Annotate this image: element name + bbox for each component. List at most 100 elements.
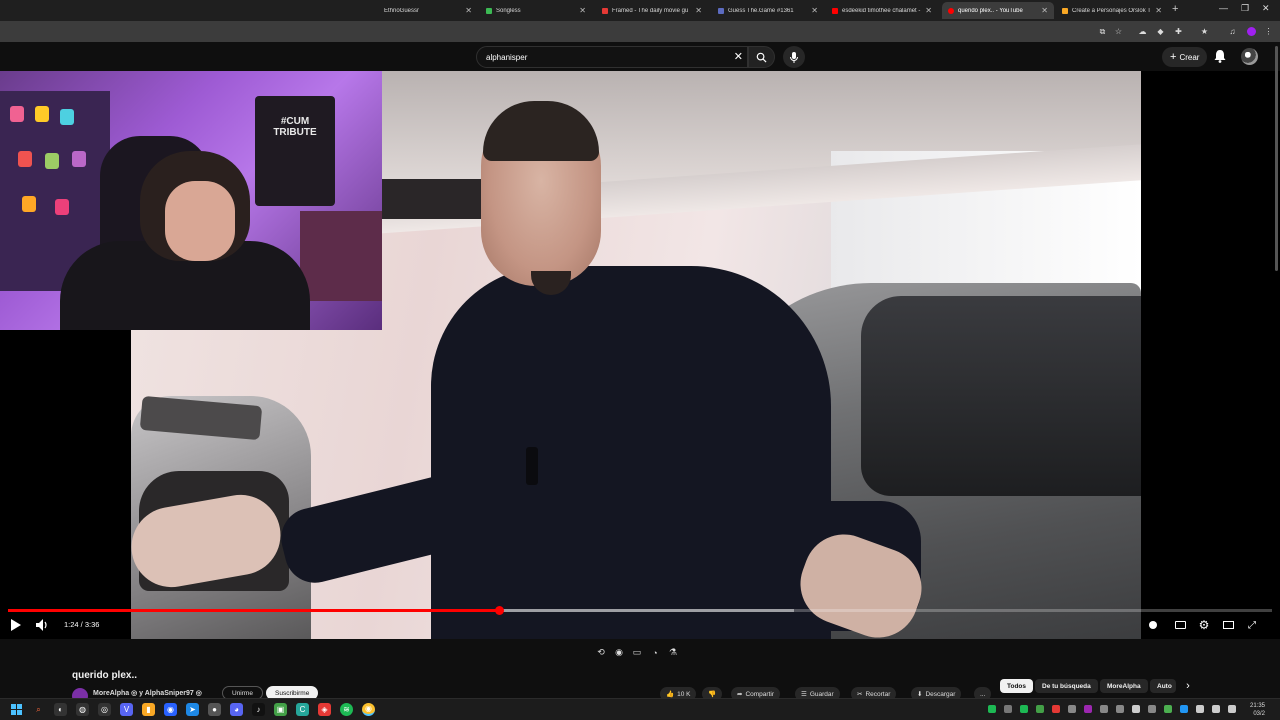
tab-title: esdeekid timothee chalamet - [842, 7, 921, 14]
speed-icon[interactable]: ◔ [649, 647, 661, 659]
tray-icon[interactable] [1004, 705, 1012, 713]
close-icon[interactable]: ✕ [1041, 6, 1048, 15]
chips-next-button[interactable]: › [1181, 679, 1195, 693]
menu-kebab-icon[interactable]: ⋮ [1262, 25, 1275, 38]
close-icon[interactable]: ✕ [1155, 6, 1162, 15]
tray-icon[interactable] [1084, 705, 1092, 713]
chip-todos[interactable]: Todos [1000, 679, 1034, 693]
chrome-icon[interactable]: ◉ [362, 703, 375, 716]
voice-search-button[interactable] [783, 46, 805, 68]
tab-ethnoguessr[interactable]: EthnoGuessr ✕ [378, 2, 478, 19]
tray-icon[interactable] [1068, 705, 1076, 713]
app-icon[interactable]: C [296, 703, 309, 716]
app-icon[interactable]: ◉ [164, 703, 177, 716]
extension-cloud-icon[interactable]: ☁ [1136, 25, 1149, 38]
search-input[interactable]: alphanisper [486, 53, 527, 62]
tiktok-icon[interactable]: ♪ [252, 703, 265, 716]
tray-icon[interactable] [988, 705, 996, 713]
tab-title: Guess The.Game #1361 [728, 7, 794, 14]
telegram-icon[interactable]: ➤ [186, 703, 199, 716]
search-icon[interactable]: ⌕ [32, 703, 45, 716]
subtitles-button[interactable] [1172, 617, 1188, 633]
tray-icon[interactable] [1052, 705, 1060, 713]
app-icon[interactable]: ● [208, 703, 221, 716]
tray-icon[interactable] [1132, 705, 1140, 713]
theater-icon [1222, 621, 1234, 629]
install-app-icon[interactable]: ⧉ [1096, 25, 1109, 38]
account-avatar[interactable] [1241, 48, 1258, 65]
volume-button[interactable] [34, 617, 50, 633]
clip-label: Recortar [865, 690, 891, 698]
search-button[interactable] [748, 46, 775, 68]
app-icon[interactable]: ◈ [318, 703, 331, 716]
audio-icon[interactable]: ◉ [613, 647, 625, 659]
youtube-favicon-icon [832, 7, 838, 14]
app-icon[interactable]: V [120, 703, 133, 716]
chip-de-tu-busqueda[interactable]: De tu búsqueda [1035, 679, 1098, 693]
chip-morealpha[interactable]: MoreAlpha [1100, 679, 1148, 693]
settings-button[interactable]: ⚙ [1196, 617, 1212, 633]
search-icon [756, 52, 767, 63]
lab-flask-icon[interactable]: ⚗ [667, 647, 679, 659]
profile-icon[interactable] [1245, 25, 1258, 38]
tray-icon[interactable] [1164, 705, 1172, 713]
tab-youtube-querido-plex[interactable]: querido plex.. - YouTube ✕ [942, 2, 1054, 19]
windows-start-icon[interactable] [10, 703, 23, 716]
autoplay-toggle[interactable] [1145, 617, 1161, 633]
video-player[interactable]: #CUM TRIBUTE 1:24 / 3:36 ⚙ ⤢ [0, 71, 1280, 639]
guessthegame-favicon-icon [718, 7, 724, 14]
tab-create-personajes[interactable]: Create a Personajes Orslok Ti ✕ [1056, 2, 1168, 19]
notifications-bell-icon[interactable] [1212, 48, 1228, 64]
play-button[interactable] [8, 617, 24, 633]
plus-icon[interactable]: + [1172, 3, 1178, 15]
clear-search-icon[interactable]: ✕ [734, 50, 743, 63]
download-icon: ⬇ [917, 691, 923, 698]
extension-shield-icon[interactable]: ◆ [1154, 25, 1167, 38]
miniplayer-icon[interactable]: ▭ [631, 647, 643, 659]
close-icon[interactable]: ✕ [579, 6, 586, 15]
theater-mode-button[interactable] [1220, 617, 1236, 633]
tray-icon[interactable] [1100, 705, 1108, 713]
close-icon[interactable]: ✕ [811, 6, 818, 15]
app-icon[interactable]: ◎ [98, 703, 111, 716]
tray-icon[interactable] [1148, 705, 1156, 713]
battery-icon[interactable] [1228, 705, 1236, 713]
close-icon[interactable]: ✕ [695, 6, 702, 15]
screen: EthnoGuessr ✕ Songless ✕ Framed - The da… [0, 0, 1280, 720]
network-icon[interactable] [1196, 705, 1204, 713]
loop-icon[interactable]: ⟲ [595, 647, 607, 659]
close-icon[interactable]: ✕ [465, 6, 472, 15]
search-box[interactable]: alphanisper ✕ [476, 46, 748, 68]
tray-icon[interactable] [1036, 705, 1044, 713]
tray-icon[interactable] [1116, 705, 1124, 713]
app-icon[interactable]: ▮ [142, 703, 155, 716]
system-clock[interactable]: 21:35 03/2 [1250, 702, 1265, 718]
channel-names[interactable]: MoreAlpha ◎ y AlphaSniper97 ◎ [93, 689, 202, 697]
create-button[interactable]: + Crear [1162, 47, 1208, 67]
tray-icon[interactable] [1020, 705, 1028, 713]
clock-time: 21:35 [1250, 703, 1266, 709]
app-icon[interactable]: ▣ [274, 703, 287, 716]
close-window-icon[interactable]: ✕ [1262, 3, 1270, 14]
tab-songless[interactable]: Songless ✕ [480, 2, 592, 19]
minimize-icon[interactable]: — [1219, 3, 1228, 13]
chip-auto[interactable]: Auto [1150, 679, 1176, 693]
tab-youtube-esdeekid[interactable]: esdeekid timothee chalamet - ✕ [826, 2, 938, 19]
app-icon[interactable]: ◐ [54, 703, 67, 716]
bookmark-star-icon[interactable]: ☆ [1112, 25, 1125, 38]
bookmarks-icon[interactable]: ★ [1198, 25, 1211, 38]
tray-icon[interactable] [1180, 705, 1188, 713]
app-icon[interactable]: ◍ [76, 703, 89, 716]
close-icon[interactable]: ✕ [925, 6, 932, 15]
volume-tray-icon[interactable] [1212, 705, 1220, 713]
spotify-icon[interactable]: ≋ [340, 703, 353, 716]
maximize-icon[interactable]: ❐ [1241, 3, 1249, 14]
discord-icon[interactable]: ◕ [230, 703, 243, 716]
progress-played [8, 609, 500, 612]
tab-framed[interactable]: Framed - The daily movie gu ✕ [596, 2, 708, 19]
scrollbar-thumb[interactable] [1275, 46, 1278, 271]
fullscreen-button[interactable]: ⤢ [1244, 617, 1260, 633]
media-icon[interactable]: ♫ [1226, 25, 1239, 38]
extensions-puzzle-icon[interactable]: ✚ [1172, 25, 1185, 38]
tab-guess-the-game[interactable]: Guess The.Game #1361 ✕ [712, 2, 824, 19]
